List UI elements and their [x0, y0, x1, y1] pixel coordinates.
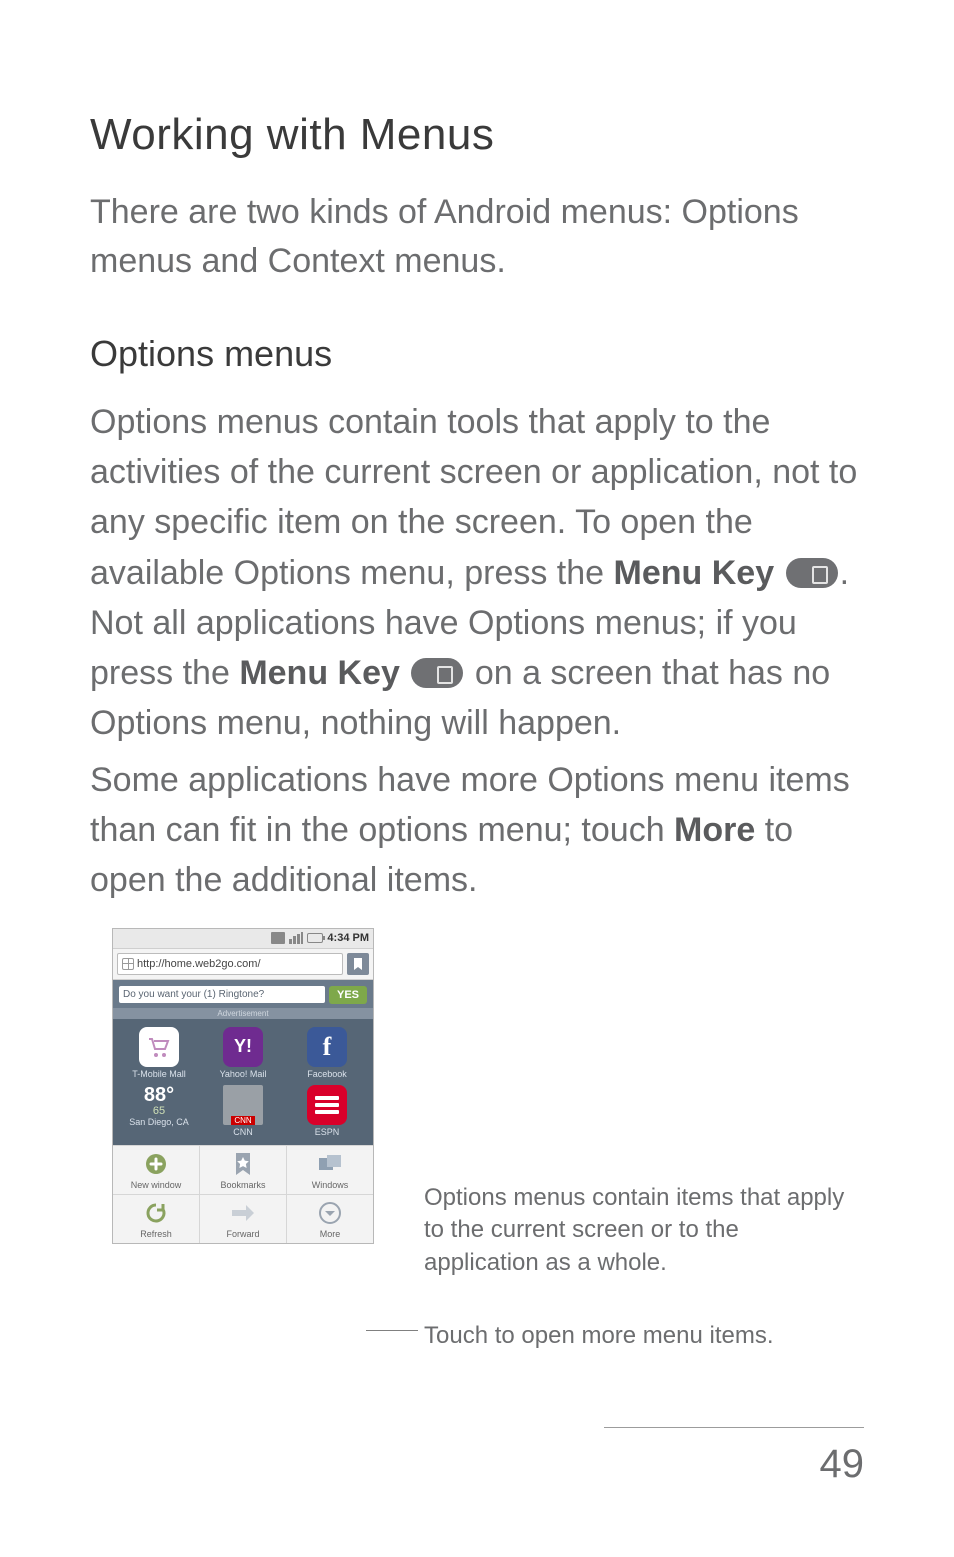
- signal-icon: [289, 932, 303, 944]
- windows-icon: [316, 1150, 344, 1178]
- menu-label: Windows: [287, 1180, 373, 1190]
- url-field[interactable]: http://home.web2go.com/: [117, 953, 343, 975]
- url-bar: http://home.web2go.com/: [113, 949, 373, 980]
- site-icon: [122, 958, 134, 970]
- status-bar: 4:34 PM: [113, 929, 373, 949]
- promo-banner: Do you want your (1) Ringtone? YES Adver…: [113, 980, 373, 1019]
- menu-windows[interactable]: Windows: [287, 1146, 373, 1194]
- paragraph-1: Options menus contain tools that apply t…: [90, 397, 864, 749]
- weather-lo: 65: [117, 1105, 201, 1117]
- options-menu: New window Bookmarks Windows: [113, 1145, 373, 1243]
- weather-city: San Diego, CA: [117, 1117, 201, 1127]
- menu-label: More: [287, 1229, 373, 1239]
- menu-bookmarks[interactable]: Bookmarks: [200, 1146, 287, 1194]
- intro-paragraph: There are two kinds of Android menus: Op…: [90, 188, 864, 287]
- cnn-thumb: CNN: [223, 1085, 263, 1125]
- section-heading: Working with Menus: [90, 110, 864, 160]
- network-type-icon: [271, 932, 285, 944]
- battery-icon: [307, 933, 323, 943]
- tile-label: Yahoo! Mail: [201, 1069, 285, 1079]
- refresh-icon: [142, 1199, 170, 1227]
- menu-label: New window: [113, 1180, 199, 1190]
- tile-label: ESPN: [285, 1127, 369, 1137]
- yahoo-icon: Y!: [223, 1027, 263, 1067]
- more-icon: [316, 1199, 344, 1227]
- menu-forward[interactable]: Forward: [200, 1195, 287, 1243]
- weather-hi: 88°: [117, 1085, 201, 1105]
- menu-refresh[interactable]: Refresh: [113, 1195, 200, 1243]
- menu-key-label-2: Menu Key: [239, 654, 400, 692]
- tile-label: CNN: [201, 1127, 285, 1137]
- tile-cnn[interactable]: CNN CNN: [201, 1083, 285, 1141]
- tile-facebook[interactable]: f Facebook: [285, 1025, 369, 1083]
- status-time: 4:34 PM: [327, 932, 369, 944]
- plus-icon: [142, 1150, 170, 1178]
- cnn-label: CNN: [231, 1116, 254, 1125]
- espn-icon: [307, 1085, 347, 1125]
- bookmark-star-icon: [229, 1150, 257, 1178]
- menu-key-label-1: Menu Key: [614, 554, 775, 592]
- advertisement-label: Advertisement: [113, 1008, 373, 1019]
- footer-rule: [604, 1427, 864, 1428]
- more-label: More: [674, 811, 755, 849]
- menu-key-icon: [411, 658, 463, 688]
- tile-yahoo-mail[interactable]: Y! Yahoo! Mail: [201, 1025, 285, 1083]
- menu-label: Bookmarks: [200, 1180, 286, 1190]
- facebook-icon: f: [307, 1027, 347, 1067]
- forward-arrow-icon: [229, 1199, 257, 1227]
- tile-espn[interactable]: ESPN: [285, 1083, 369, 1141]
- cart-icon: [139, 1027, 179, 1067]
- tile-tmobile-mall[interactable]: T-Mobile Mall: [117, 1025, 201, 1083]
- paragraph-2: Some applications have more Options menu…: [90, 755, 864, 906]
- figure: 4:34 PM http://home.web2go.com/ Do you w…: [90, 928, 864, 1244]
- bookmarks-button[interactable]: [347, 953, 369, 975]
- page-number: 49: [604, 1442, 864, 1487]
- web-tiles: T-Mobile Mall Y! Yahoo! Mail f Facebook …: [113, 1019, 373, 1145]
- callout-options-menu: Options menus contain items that apply t…: [424, 1182, 854, 1279]
- page-footer: 49: [604, 1427, 864, 1487]
- menu-more[interactable]: More: [287, 1195, 373, 1243]
- menu-key-icon: [786, 558, 838, 588]
- promo-yes-button[interactable]: YES: [329, 986, 367, 1004]
- url-text: http://home.web2go.com/: [137, 958, 261, 970]
- tile-label: Facebook: [285, 1069, 369, 1079]
- menu-new-window[interactable]: New window: [113, 1146, 200, 1194]
- promo-text: Do you want your (1) Ringtone?: [119, 986, 325, 1003]
- phone-screenshot: 4:34 PM http://home.web2go.com/ Do you w…: [112, 928, 374, 1244]
- tile-weather[interactable]: 88° 65 San Diego, CA: [117, 1083, 201, 1141]
- tile-label: T-Mobile Mall: [117, 1069, 201, 1079]
- subsection-heading: Options menus: [90, 333, 864, 375]
- menu-label: Forward: [200, 1229, 286, 1239]
- menu-label: Refresh: [113, 1229, 199, 1239]
- callout-leader-line: [366, 1330, 418, 1331]
- bookmark-icon: [352, 957, 364, 971]
- callout-more: Touch to open more menu items.: [424, 1320, 854, 1352]
